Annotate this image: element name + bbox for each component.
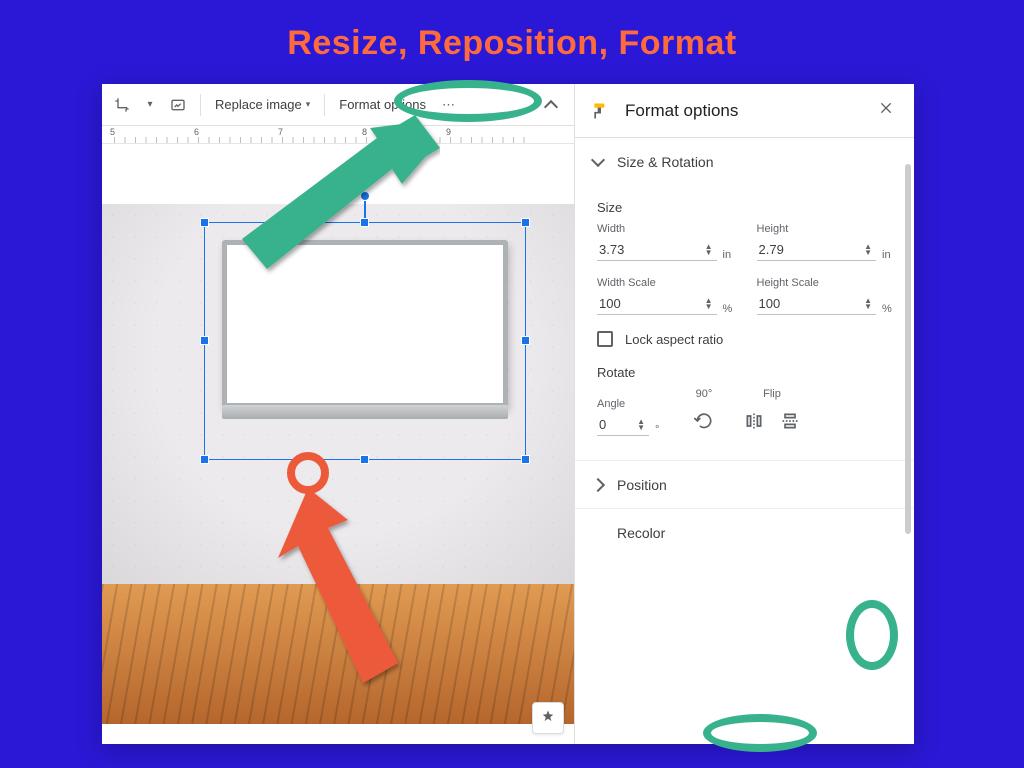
ruler-tick: 5 <box>110 127 115 137</box>
slide-canvas <box>102 204 574 724</box>
sidebar-header: Format options <box>575 84 914 138</box>
recolor-section-header[interactable]: Recolor <box>575 508 914 556</box>
size-rotation-section-body: Size Width ▲▼ in Height <box>575 186 914 450</box>
rotation-handle[interactable] <box>360 191 370 201</box>
ninety-degree-label: 90° <box>689 388 719 400</box>
toolbar-divider <box>324 94 325 116</box>
flip-label: Flip <box>739 388 805 400</box>
red-marker <box>265 411 293 416</box>
height-scale-stepper[interactable]: ▲▼ <box>864 298 872 310</box>
rotate-ninety-button[interactable] <box>689 406 719 436</box>
toolbar-divider <box>200 94 201 116</box>
room-floor <box>102 584 574 724</box>
close-sidebar-button[interactable] <box>874 96 898 125</box>
height-scale-label: Height Scale <box>757 277 897 289</box>
sidebar-scrollbar[interactable] <box>905 164 911 534</box>
angle-input[interactable]: ▲▼ <box>597 414 649 436</box>
ruler-tick: 7 <box>278 127 283 137</box>
flip-horizontal-icon <box>744 411 764 431</box>
angle-unit: ° <box>655 424 669 436</box>
eraser <box>445 406 485 418</box>
chevron-up-icon <box>544 99 558 113</box>
height-label: Height <box>757 223 897 235</box>
height-value[interactable] <box>759 242 809 257</box>
whiteboard-image[interactable] <box>222 240 508 408</box>
slide-canvas-area[interactable] <box>102 144 574 744</box>
replace-image-button[interactable]: Replace image ▾ <box>209 91 316 119</box>
ruler-tick: 6 <box>194 127 199 137</box>
width-input[interactable]: ▲▼ <box>597 239 717 261</box>
lock-aspect-ratio-checkbox[interactable] <box>597 331 613 347</box>
sidebar-title: Format options <box>625 101 738 121</box>
green-marker <box>359 411 387 416</box>
position-section-header[interactable]: Position <box>575 460 914 508</box>
ruler-tick: 9 <box>446 127 451 137</box>
flip-horizontal-button[interactable] <box>739 406 769 436</box>
explore-button[interactable] <box>532 702 564 734</box>
lock-aspect-ratio-label: Lock aspect ratio <box>625 332 723 347</box>
height-scale-input[interactable]: ▲▼ <box>757 293 877 315</box>
height-scale-unit: % <box>882 303 896 315</box>
angle-label: Angle <box>597 398 669 410</box>
chevron-down-icon <box>591 153 605 167</box>
width-scale-label: Width Scale <box>597 277 737 289</box>
instruction-title: Resize, Reposition, Format <box>0 24 1024 63</box>
width-value[interactable] <box>599 242 649 257</box>
width-scale-stepper[interactable]: ▲▼ <box>705 298 713 310</box>
reset-image-button[interactable] <box>164 91 192 119</box>
height-scale-value[interactable] <box>759 296 809 311</box>
angle-value[interactable] <box>599 417 629 432</box>
format-options-sidebar: Format options Size & Rotation Size Widt… <box>574 84 914 744</box>
close-icon <box>878 100 894 116</box>
mask-dropdown-button[interactable]: ▾ <box>140 91 160 119</box>
size-rotation-label: Size & Rotation <box>617 154 714 170</box>
format-options-toolbar-button[interactable]: Format options <box>333 91 432 119</box>
ruler-tick: 8 <box>362 127 367 137</box>
angle-stepper[interactable]: ▲▼ <box>637 419 645 431</box>
format-options-label: Format options <box>339 97 426 112</box>
replace-image-label: Replace image <box>215 97 302 112</box>
crop-tool-button[interactable] <box>108 91 136 119</box>
width-scale-value[interactable] <box>599 296 649 311</box>
height-stepper[interactable]: ▲▼ <box>864 244 872 256</box>
more-button[interactable]: ⋯ <box>436 91 463 119</box>
width-label: Width <box>597 223 737 235</box>
height-input[interactable]: ▲▼ <box>757 239 877 261</box>
width-scale-unit: % <box>723 303 737 315</box>
chevron-right-icon <box>591 477 605 491</box>
position-label: Position <box>617 477 667 493</box>
app-window: ▾ Replace image ▾ Format options ⋯ 5 6 <box>102 84 914 744</box>
size-heading: Size <box>597 200 896 215</box>
width-stepper[interactable]: ▲▼ <box>705 244 713 256</box>
rotate-heading: Rotate <box>597 365 896 380</box>
flip-vertical-button[interactable] <box>775 406 805 436</box>
format-options-icon <box>591 101 611 121</box>
height-unit: in <box>882 249 896 261</box>
size-rotation-section-header[interactable]: Size & Rotation <box>575 138 914 186</box>
horizontal-ruler: 5 6 7 8 9 <box>102 126 574 144</box>
editor-toolbar: ▾ Replace image ▾ Format options ⋯ <box>102 84 574 126</box>
blue-marker <box>317 411 345 416</box>
rotate-icon <box>694 411 714 431</box>
flip-vertical-icon <box>780 411 800 431</box>
width-scale-input[interactable]: ▲▼ <box>597 293 717 315</box>
recolor-label: Recolor <box>617 525 665 541</box>
width-unit: in <box>723 249 737 261</box>
collapse-toolbar-button[interactable] <box>540 91 562 119</box>
editor-pane: ▾ Replace image ▾ Format options ⋯ 5 6 <box>102 84 574 744</box>
